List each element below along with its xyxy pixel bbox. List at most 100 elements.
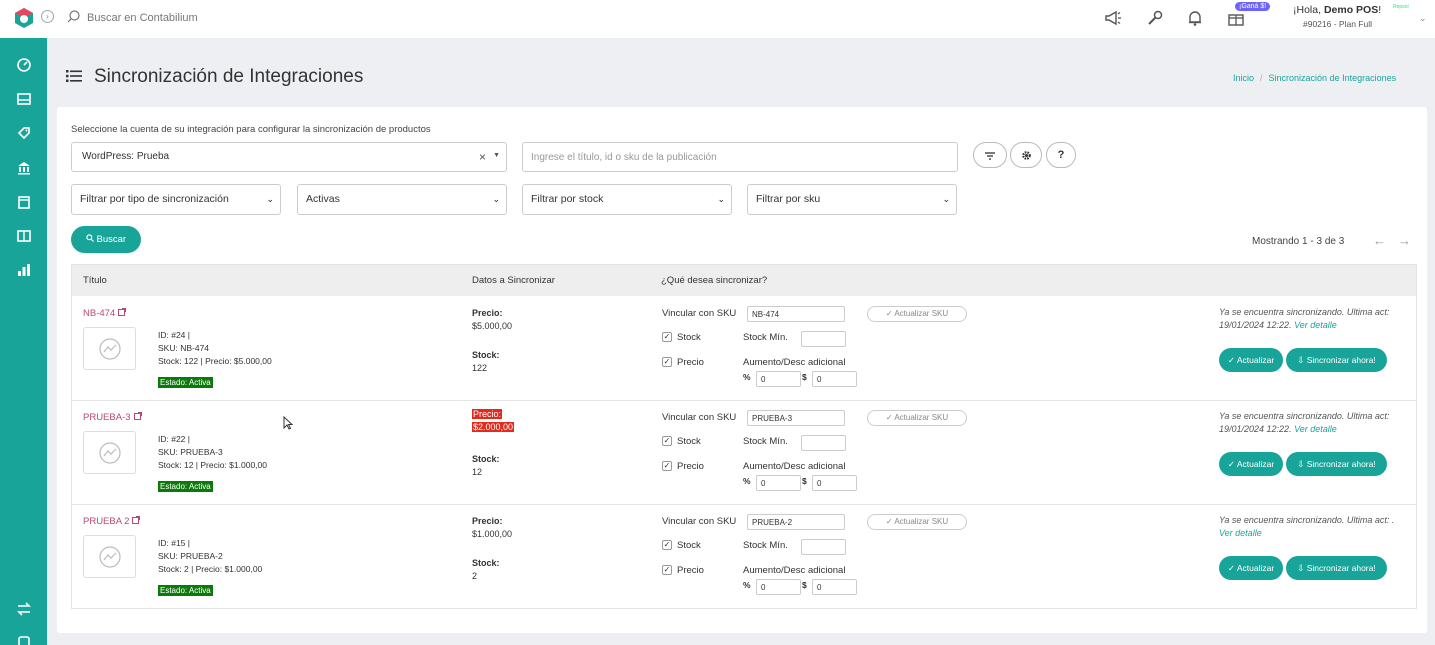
update-button[interactable]: ✓ Actualizar — [1219, 452, 1283, 476]
sku-input[interactable] — [747, 514, 845, 530]
update-sku-button[interactable]: ✓ Actualizar SKU — [867, 306, 967, 322]
stock-min-input[interactable] — [801, 539, 846, 555]
help-button[interactable]: ? — [1046, 142, 1076, 168]
breadcrumb-current[interactable]: Sincronización de Integraciones — [1269, 73, 1397, 83]
publication-search-input[interactable] — [522, 142, 958, 172]
price-checkbox[interactable]: ✓ — [662, 461, 672, 471]
amount-input[interactable] — [812, 579, 857, 595]
table-row: PRUEBA-3 ID: #22 | SKU: PRUEBA-3 Stock: … — [72, 401, 1416, 505]
box-icon[interactable] — [16, 194, 32, 210]
update-button[interactable]: ✓ Actualizar — [1219, 556, 1283, 580]
dropdown-arrow-icon: ⌄ — [717, 194, 725, 204]
view-detail-link[interactable]: Ver detalle — [1219, 528, 1262, 538]
product-stock-price: Stock: 122 | Precio: $5.000,00 — [158, 356, 272, 366]
external-link-icon — [133, 412, 142, 420]
sync-now-button[interactable]: ⇩ Sincronizar ahora! — [1286, 556, 1387, 580]
dollar-symbol: $ — [802, 372, 807, 382]
chevron-down-icon[interactable]: ⌄ — [1419, 13, 1427, 24]
product-link[interactable]: NB-474 — [83, 308, 127, 319]
stock-filter[interactable]: Filtrar por stock ⌄ — [522, 184, 732, 215]
product-link[interactable]: PRUEBA 2 — [83, 516, 141, 527]
percent-input[interactable] — [756, 475, 801, 491]
image-placeholder-icon — [99, 442, 121, 464]
caret-down-icon[interactable]: ▼ — [493, 152, 500, 159]
stock-checkbox[interactable]: ✓ — [662, 540, 672, 550]
search-button[interactable]: Buscar — [71, 226, 141, 253]
global-search-input[interactable] — [87, 9, 387, 27]
external-link-icon — [118, 308, 127, 316]
settings-button[interactable] — [1010, 142, 1042, 168]
book-icon[interactable] — [16, 228, 32, 244]
price-checkbox-label: Precio — [677, 461, 704, 472]
update-sku-button[interactable]: ✓ Actualizar SKU — [867, 514, 967, 530]
app-logo[interactable] — [0, 0, 47, 38]
store-icon[interactable] — [16, 633, 32, 645]
table-row: PRUEBA 2 ID: #15 | SKU: PRUEBA-2 Stock: … — [72, 505, 1416, 609]
bank-icon[interactable] — [16, 160, 32, 176]
company-logo: Repsol — [1393, 4, 1409, 10]
update-sku-button[interactable]: ✓ Actualizar SKU — [867, 410, 967, 426]
earn-badge[interactable]: ¡Ganá $! — [1235, 2, 1271, 11]
inbox-icon[interactable] — [16, 91, 32, 107]
transfer-icon[interactable] — [16, 601, 32, 617]
link-sku-label: Vincular con SKU — [662, 412, 737, 423]
price-checkbox[interactable]: ✓ — [662, 565, 672, 575]
account-select[interactable]: WordPress: Prueba × ▼ — [71, 142, 507, 172]
update-button[interactable]: ✓ Actualizar — [1219, 348, 1283, 372]
percent-symbol: % — [743, 476, 751, 486]
product-id: ID: #15 | — [158, 538, 190, 548]
stock-checkbox[interactable]: ✓ — [662, 332, 672, 342]
prev-page-button[interactable]: ← — [1373, 233, 1386, 248]
image-placeholder-icon — [99, 338, 121, 360]
sidebar-toggle-button[interactable]: › — [41, 10, 54, 23]
table-row: NB-474 ID: #24 | SKU: NB-474 Stock: 122 … — [72, 297, 1416, 401]
stock-checkbox[interactable]: ✓ — [662, 436, 672, 446]
stock-min-input[interactable] — [801, 331, 846, 347]
sync-type-filter[interactable]: Filtrar por tipo de sincronización ⌄ — [71, 184, 281, 215]
percent-input[interactable] — [756, 579, 801, 595]
dashboard-icon[interactable] — [16, 56, 32, 72]
filter-button[interactable] — [973, 142, 1007, 168]
wrench-icon[interactable] — [1146, 9, 1164, 27]
stock-label: Stock: — [472, 558, 500, 568]
status-badge: Estado: Activa — [158, 585, 213, 596]
adjust-label: Aumento/Desc adicional — [743, 461, 846, 472]
status-filter[interactable]: Activas ⌄ — [297, 184, 507, 215]
price-checkbox[interactable]: ✓ — [662, 357, 672, 367]
reports-icon[interactable] — [16, 262, 32, 278]
sidebar — [0, 0, 47, 645]
status-badge: Estado: Activa — [158, 377, 213, 388]
sku-input[interactable] — [747, 410, 845, 426]
amount-input[interactable] — [812, 371, 857, 387]
amount-input[interactable] — [812, 475, 857, 491]
sku-input[interactable] — [747, 306, 845, 322]
sync-now-button[interactable]: ⇩ Sincronizar ahora! — [1286, 348, 1387, 372]
view-detail-link[interactable]: Ver detalle — [1294, 424, 1337, 434]
product-sku: SKU: PRUEBA-3 — [158, 447, 223, 457]
next-page-button[interactable]: → — [1398, 233, 1411, 248]
sync-status-message: Ya se encuentra sincronizando. Ultima ac… — [1219, 411, 1390, 434]
price-label: Precio: — [472, 308, 503, 318]
gear-icon — [1021, 151, 1031, 160]
sync-now-button[interactable]: ⇩ Sincronizar ahora! — [1286, 452, 1387, 476]
sync-status-message: Ya se encuentra sincronizando. Ultima ac… — [1219, 307, 1390, 330]
clear-icon[interactable]: × — [479, 150, 486, 164]
tag-icon[interactable] — [16, 125, 32, 141]
megaphone-icon[interactable] — [1104, 9, 1122, 27]
header-what-sync: ¿Qué desea sincronizar? — [661, 275, 768, 286]
percent-input[interactable] — [756, 371, 801, 387]
stock-checkbox-label: Stock — [677, 436, 701, 447]
logo-icon — [15, 8, 33, 28]
view-detail-link[interactable]: Ver detalle — [1294, 320, 1337, 330]
product-link[interactable]: PRUEBA-3 — [83, 412, 142, 423]
table-header: Título Datos a Sincronizar ¿Qué desea si… — [72, 265, 1416, 296]
link-sku-label: Vincular con SKU — [662, 308, 737, 319]
dropdown-arrow-icon: ⌄ — [492, 194, 500, 204]
stock-min-input[interactable] — [801, 435, 846, 451]
sku-filter[interactable]: Filtrar por sku ⌄ — [747, 184, 957, 215]
account-label: Seleccione la cuenta de su integración p… — [71, 124, 431, 135]
search-icon — [67, 10, 80, 23]
gift-icon[interactable] — [1227, 9, 1245, 27]
breadcrumb-home-link[interactable]: Inicio — [1233, 73, 1254, 83]
bell-icon[interactable] — [1186, 9, 1204, 27]
